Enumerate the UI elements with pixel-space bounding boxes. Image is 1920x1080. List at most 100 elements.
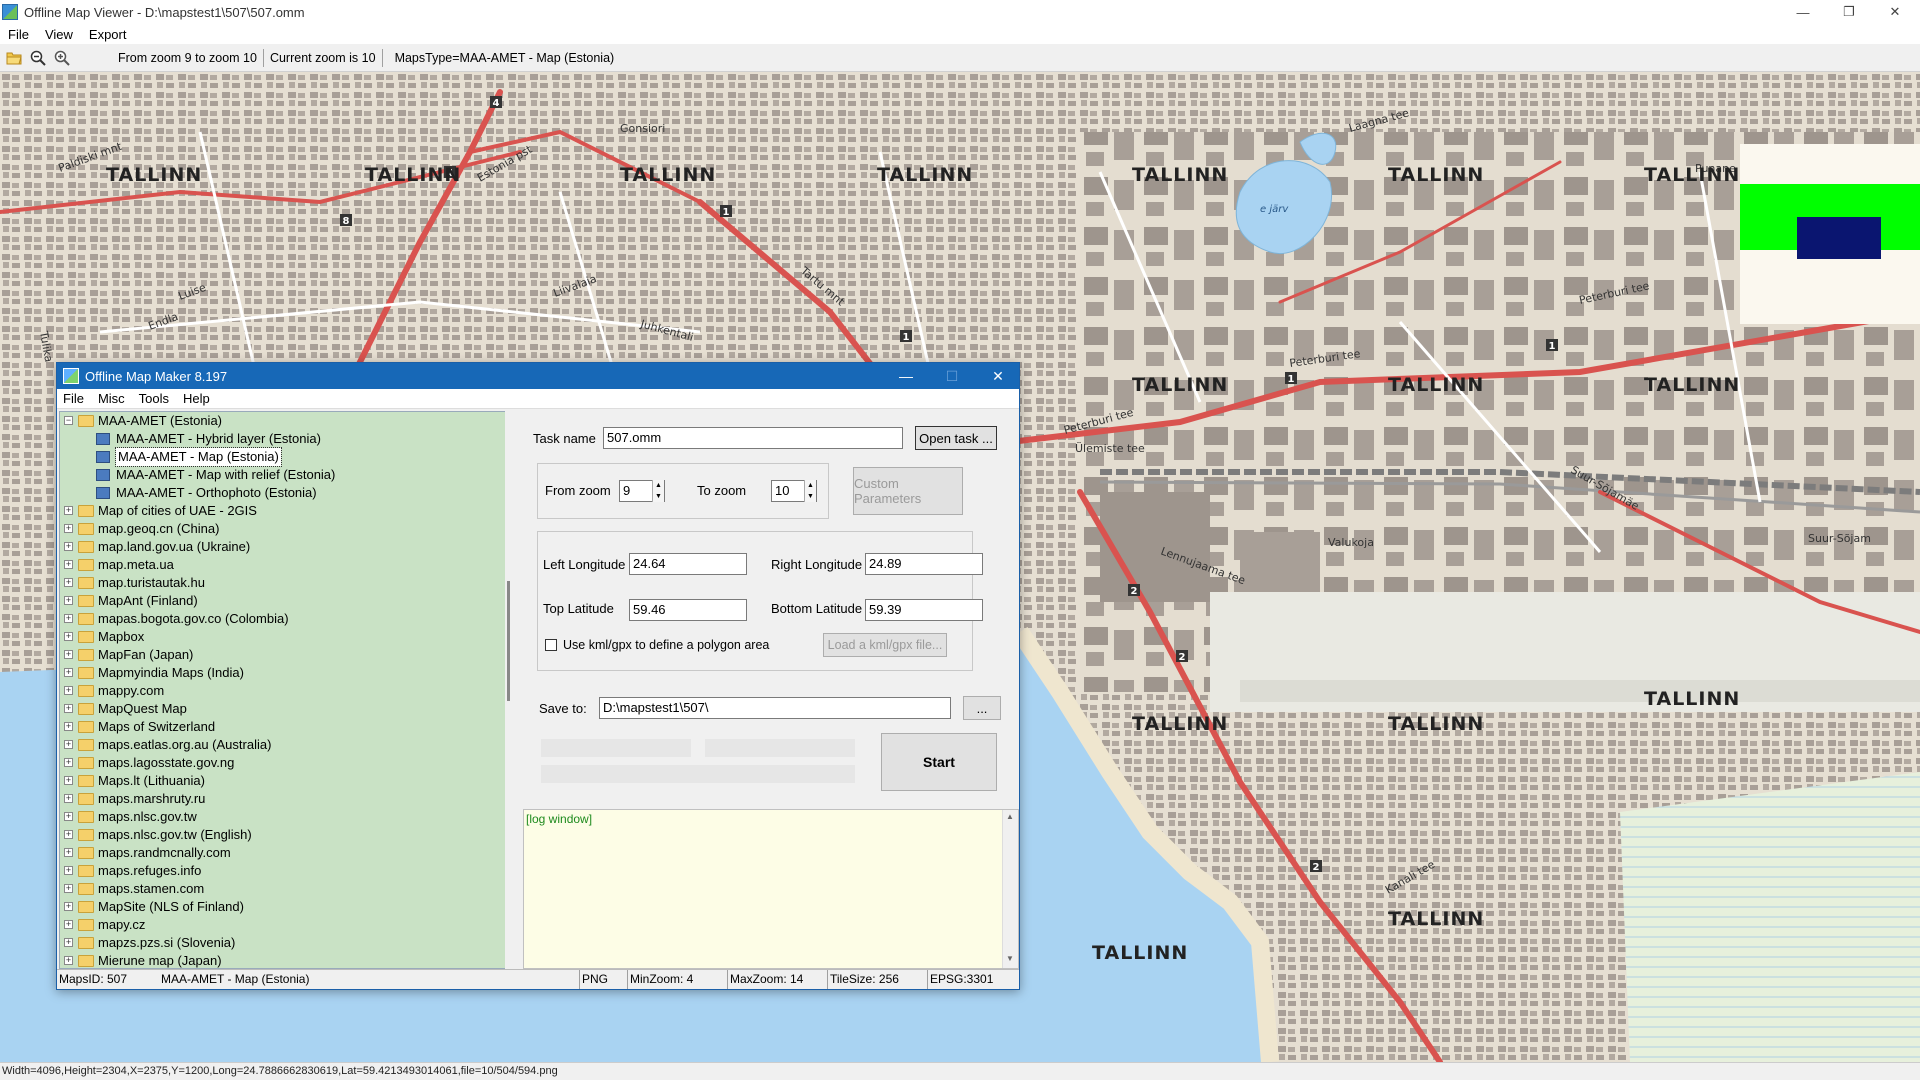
scroll-up-icon[interactable]: ▲ <box>1006 812 1014 821</box>
expand-icon[interactable]: + <box>64 758 73 767</box>
log-scrollbar[interactable]: ▲ ▼ <box>1002 810 1018 968</box>
expand-icon[interactable]: + <box>64 956 73 965</box>
overview-viewport[interactable] <box>1797 217 1881 259</box>
zoom-in-icon[interactable] <box>52 48 72 68</box>
expand-icon[interactable]: + <box>64 632 73 641</box>
to-zoom-spinner[interactable]: ▲ ▼ <box>804 480 816 502</box>
expand-icon[interactable]: + <box>64 578 73 587</box>
expand-icon[interactable]: + <box>64 596 73 605</box>
save-to-input[interactable]: D:\mapstest1\507\ <box>599 697 951 719</box>
bottom-latitude-input[interactable]: 59.39 <box>865 599 983 621</box>
zoom-out-icon[interactable] <box>28 48 48 68</box>
load-kml-button[interactable]: Load a kml/gpx file... <box>823 633 947 657</box>
log-window[interactable]: [log window] ▲ ▼ <box>523 809 1019 969</box>
tree-folder-item[interactable]: + Mapbox <box>60 628 514 646</box>
tree-folder-item[interactable]: + MapSite (NLS of Finland) <box>60 898 514 916</box>
tree-folder-item[interactable]: + Mierune map (Japan) <box>60 952 514 968</box>
tree-folder-item[interactable]: + map.meta.ua <box>60 556 514 574</box>
restore-button[interactable]: ❐ <box>1826 0 1872 24</box>
menu-file[interactable]: File <box>8 27 29 42</box>
open-task-button[interactable]: Open task ... <box>915 426 997 450</box>
tree-folder-item[interactable]: + map.land.gov.ua (Ukraine) <box>60 538 514 556</box>
tree-scroll-thumb[interactable] <box>507 581 510 701</box>
overview-minimap[interactable] <box>1740 144 1920 324</box>
dialog-menu-help[interactable]: Help <box>183 391 210 406</box>
tree-folder-item[interactable]: + mapas.bogota.gov.co (Colombia) <box>60 610 514 628</box>
expand-icon[interactable]: + <box>64 704 73 713</box>
expand-icon[interactable]: + <box>64 506 73 515</box>
tree-folder-item[interactable]: + maps.eatlas.org.au (Australia) <box>60 736 514 754</box>
dialog-menu-file[interactable]: File <box>63 391 84 406</box>
expand-icon[interactable]: + <box>64 650 73 659</box>
dialog-menu-tools[interactable]: Tools <box>139 391 169 406</box>
folder-icon <box>78 541 94 553</box>
expand-icon[interactable]: + <box>64 884 73 893</box>
tree-scrollbar[interactable] <box>505 411 517 969</box>
expand-icon[interactable]: + <box>64 542 73 551</box>
expand-icon[interactable]: + <box>64 614 73 623</box>
dialog-menu-misc[interactable]: Misc <box>98 391 125 406</box>
right-longitude-input[interactable]: 24.89 <box>865 553 983 575</box>
close-button[interactable]: ✕ <box>1872 0 1918 24</box>
open-folder-icon[interactable] <box>4 48 24 68</box>
browse-folder-button[interactable]: ... <box>963 696 1001 720</box>
expand-icon[interactable]: + <box>64 794 73 803</box>
expand-icon[interactable]: + <box>64 902 73 911</box>
expand-icon[interactable]: + <box>64 686 73 695</box>
tree-folder-item[interactable]: + Mapmyindia Maps (India) <box>60 664 514 682</box>
expand-icon[interactable]: + <box>64 740 73 749</box>
tree-folder-item[interactable]: + maps.nlsc.gov.tw <box>60 808 514 826</box>
expand-icon[interactable]: + <box>64 938 73 947</box>
tree-map-item[interactable]: MAA-AMET - Hybrid layer (Estonia) <box>60 430 514 448</box>
custom-parameters-button[interactable]: Custom Parameters <box>853 467 963 515</box>
tree-folder-item[interactable]: + mapzs.pzs.si (Slovenia) <box>60 934 514 952</box>
minimize-button[interactable]: — <box>1780 0 1826 24</box>
tree-folder-item[interactable]: + maps.marshruty.ru <box>60 790 514 808</box>
kml-checkbox[interactable] <box>545 639 557 651</box>
task-name-input[interactable]: 507.omm <box>603 427 903 449</box>
collapse-icon[interactable]: − <box>64 416 73 425</box>
tree-folder-item[interactable]: + maps.lagosstate.gov.ng <box>60 754 514 772</box>
expand-icon[interactable]: + <box>64 848 73 857</box>
scroll-down-icon[interactable]: ▼ <box>1006 954 1014 963</box>
left-longitude-input[interactable]: 24.64 <box>629 553 747 575</box>
dialog-minimize-button[interactable]: — <box>883 363 929 389</box>
tree-folder-item[interactable]: + mapy.cz <box>60 916 514 934</box>
expand-icon[interactable]: + <box>64 866 73 875</box>
tree-folder-item[interactable]: + Maps.lt (Lithuania) <box>60 772 514 790</box>
tree-folder-item[interactable]: + maps.nlsc.gov.tw (English) <box>60 826 514 844</box>
tree-folder-item[interactable]: + map.geoq.cn (China) <box>60 520 514 538</box>
expand-icon[interactable]: + <box>64 830 73 839</box>
expand-icon[interactable]: + <box>64 668 73 677</box>
expand-icon[interactable]: + <box>64 776 73 785</box>
expand-icon[interactable]: + <box>64 812 73 821</box>
from-zoom-spinner[interactable]: ▲ ▼ <box>652 480 664 502</box>
start-button[interactable]: Start <box>881 733 997 791</box>
expand-icon[interactable]: + <box>64 560 73 569</box>
tree-map-item[interactable]: MAA-AMET - Orthophoto (Estonia) <box>60 484 514 502</box>
dialog-close-button[interactable]: ✕ <box>975 363 1021 389</box>
tree-folder-item[interactable]: + MapFan (Japan) <box>60 646 514 664</box>
tree-folder-item[interactable]: + maps.stamen.com <box>60 880 514 898</box>
status-maps-id: MapsID: 507 <box>59 972 128 986</box>
tree-folder-item[interactable]: + map.turistautak.hu <box>60 574 514 592</box>
tree-map-item[interactable]: MAA-AMET - Map with relief (Estonia) <box>60 466 514 484</box>
tree-folder-item[interactable]: − MAA-AMET (Estonia) <box>60 412 514 430</box>
top-latitude-input[interactable]: 59.46 <box>629 599 747 621</box>
tree-folder-item[interactable]: + mappy.com <box>60 682 514 700</box>
dialog-maximize-button[interactable]: ☐ <box>929 363 975 389</box>
tree-folder-item[interactable]: + maps.refuges.info <box>60 862 514 880</box>
expand-icon[interactable]: + <box>64 920 73 929</box>
menu-view[interactable]: View <box>45 27 73 42</box>
tree-folder-item[interactable]: + MapQuest Map <box>60 700 514 718</box>
tree-map-item[interactable]: MAA-AMET - Map (Estonia) <box>60 447 514 467</box>
menu-export[interactable]: Export <box>89 27 127 42</box>
tree-folder-item[interactable]: + Maps of Switzerland <box>60 718 514 736</box>
tree-folder-item[interactable]: + MapAnt (Finland) <box>60 592 514 610</box>
expand-icon[interactable]: + <box>64 722 73 731</box>
svg-text:Valukoja: Valukoja <box>1328 536 1374 549</box>
tree-folder-item[interactable]: + Map of cities of UAE - 2GIS <box>60 502 514 520</box>
expand-icon[interactable]: + <box>64 524 73 533</box>
map-source-tree[interactable]: − MAA-AMET (Estonia) MAA-AMET - Hybrid lay… <box>59 411 515 969</box>
tree-folder-item[interactable]: + maps.randmcnally.com <box>60 844 514 862</box>
